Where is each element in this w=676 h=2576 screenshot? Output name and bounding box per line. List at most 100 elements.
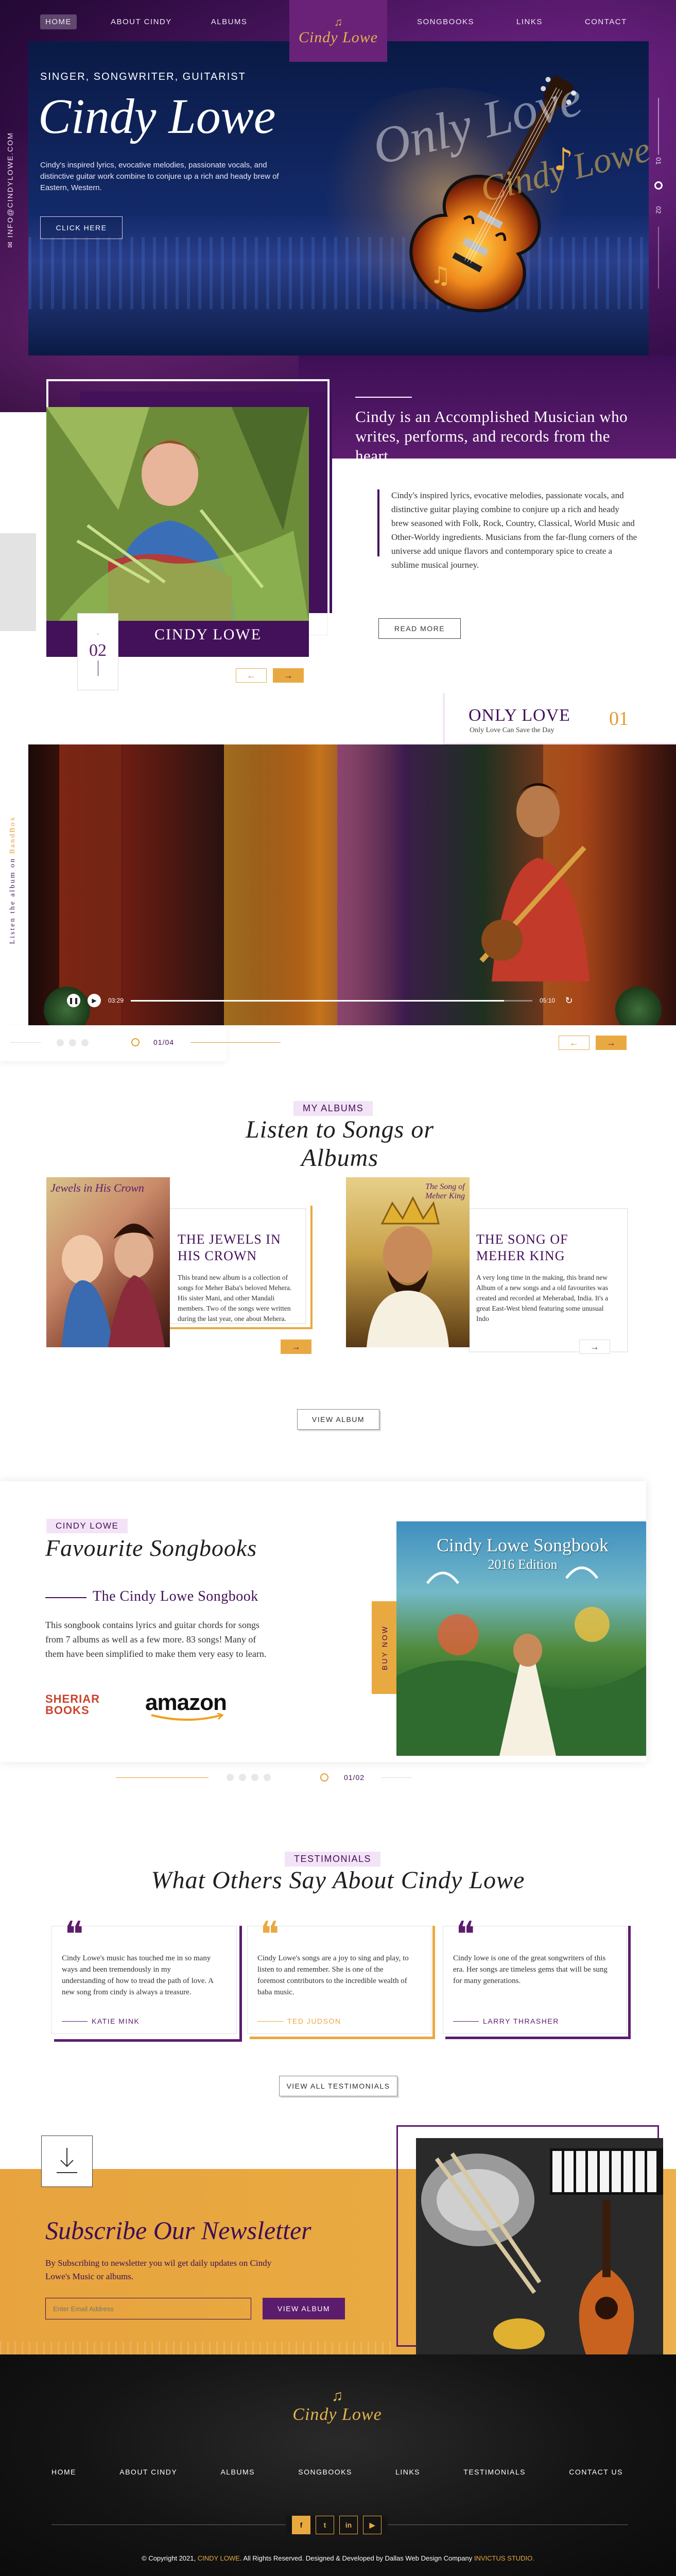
pause-icon[interactable]: ❚❚	[67, 994, 80, 1007]
instruments-illustration	[416, 2138, 663, 2354]
read-more-button[interactable]: READ MORE	[378, 618, 461, 639]
nav-home[interactable]: HOME	[40, 14, 77, 29]
newsletter-email-input[interactable]	[45, 2298, 251, 2319]
hero-counter-current: 01	[654, 157, 663, 165]
twitter-icon[interactable]: t	[316, 2516, 334, 2534]
songbook-cover-title: Cindy Lowe Songbook	[436, 1535, 609, 1555]
nav-songbooks[interactable]: SONGBOOKS	[412, 14, 479, 29]
album-cover-meher-king[interactable]: The Song of Meher King	[346, 1177, 470, 1347]
pager-dot[interactable]	[239, 1774, 246, 1781]
pager-dot[interactable]	[264, 1774, 271, 1781]
video-prev-arrow-icon[interactable]: ←	[559, 1036, 590, 1050]
copyright-brand[interactable]: CINDY LOWE	[198, 2554, 240, 2562]
view-all-testimonials-button[interactable]: VIEW ALL TESTIMONIALS	[279, 2076, 397, 2096]
nav-links[interactable]: LINKS	[511, 14, 548, 29]
testimonial-text: Cindy Lowe's music has touched me in so …	[62, 1954, 214, 1996]
songbook-cover-edition: 2016 Edition	[488, 1557, 558, 1572]
linkedin-icon[interactable]: in	[339, 2516, 358, 2534]
video-next-arrow-icon[interactable]: →	[596, 1036, 627, 1050]
pager-dot[interactable]	[57, 1039, 64, 1046]
youtube-icon[interactable]: ▶	[363, 2516, 382, 2534]
download-icon	[41, 2136, 93, 2187]
listen-album-link[interactable]: Listen the album on BandBox	[9, 816, 17, 944]
facebook-icon[interactable]: f	[292, 2516, 310, 2534]
about-text: Cindy's inspired lyrics, evocative melod…	[391, 490, 637, 570]
about-next-arrow-icon[interactable]: →	[273, 668, 304, 683]
copyright-studio-link[interactable]: INVICTUS STUDIO.	[474, 2554, 534, 2562]
album-cover-text: Jewels in His Crown	[50, 1181, 144, 1194]
album-cover-art	[62, 1224, 165, 1347]
pager-dot[interactable]	[227, 1774, 234, 1781]
testimonial-name: LARRY THRASHER	[483, 2017, 559, 2025]
hero-counter-total: 02	[654, 206, 663, 214]
ornament-right	[615, 987, 662, 1025]
hero-counter-ring[interactable]	[654, 181, 663, 190]
footer-nav-home[interactable]: HOME	[51, 2468, 76, 2476]
copyright-mid: . All Rights Reserved. Designed & Develo…	[239, 2554, 473, 2562]
about-grey-block	[0, 533, 36, 631]
newsletter-submit-button[interactable]: VIEW ALBUM	[263, 2298, 345, 2319]
about-prev-arrow-icon[interactable]: ←	[236, 668, 267, 683]
cindy-portrait-photo	[46, 407, 309, 623]
pager-dot[interactable]	[69, 1039, 76, 1046]
album-next-arrow-icon[interactable]: →	[281, 1340, 311, 1354]
hero-description: Cindy's inspired lyrics, evocative melod…	[40, 161, 279, 192]
album-next-arrow-icon[interactable]: →	[579, 1340, 610, 1354]
albums-tag: MY ALBUMS	[293, 1101, 373, 1116]
video-progress-fill	[131, 999, 505, 1002]
hero-counter-line-bottom	[658, 227, 659, 289]
songbook-subtitle: The Cindy Lowe Songbook	[93, 1588, 258, 1604]
arrow-down-icon	[57, 2148, 77, 2173]
play-icon[interactable]: ▶	[88, 994, 101, 1007]
hero-title: Cindy Lowe	[38, 89, 276, 144]
bandbox-link[interactable]: BandBox	[9, 816, 16, 854]
footer-nav-songbooks[interactable]: SONGBOOKS	[298, 2468, 352, 2476]
hero-section: ♪ ♫ HOME ABOUT CINDY ALBUMS ♫ Cindy Lowe…	[0, 0, 676, 412]
songbook-description: This songbook contains lyrics and guitar…	[45, 1620, 267, 1659]
sheriar-books-logo[interactable]: SHERIAR BOOKS	[45, 1693, 123, 1716]
newsletter-title: Subscribe Our Newsletter	[45, 2216, 311, 2245]
testimonial-name: KATIE MINK	[92, 2017, 140, 2025]
logo-text: Cindy Lowe	[298, 29, 378, 46]
video-player[interactable]	[28, 744, 676, 1025]
footer-nav-testimonials[interactable]: TESTIMONIALS	[463, 2468, 526, 2476]
newsletter-description: By Subscribing to newsletter you wil get…	[45, 2258, 272, 2281]
pager-dot[interactable]	[251, 1774, 258, 1781]
replay-icon[interactable]: ↻	[562, 994, 576, 1007]
nav-contact[interactable]: CONTACT	[580, 14, 632, 29]
footer-logo[interactable]: ♫ Cindy Lowe	[288, 2380, 386, 2432]
album-title[interactable]: THE JEWELS IN HIS CROWN	[178, 1231, 301, 1264]
songbook-pager-rule-left	[116, 1777, 209, 1778]
svg-text:♫: ♫	[430, 261, 451, 289]
instruments-photo	[416, 2138, 663, 2354]
footer-nav-links[interactable]: LINKS	[395, 2468, 420, 2476]
quote-icon: ❝	[64, 1913, 84, 1956]
footer-nav-albums[interactable]: ALBUMS	[220, 2468, 255, 2476]
nav-about-cindy[interactable]: ABOUT CINDY	[106, 14, 177, 29]
video-number: 01	[609, 708, 629, 730]
buy-now-button[interactable]: BUY NOW	[372, 1601, 397, 1694]
amazon-logo[interactable]: amazon	[145, 1690, 227, 1716]
album-cover-art	[367, 1196, 449, 1347]
hero-email-link[interactable]: ✉ INFO@CINDYLOWE.COM	[6, 113, 15, 267]
video-progress-track[interactable]	[131, 999, 533, 1002]
hero-counter-line	[658, 98, 659, 155]
hero-email-text: INFO@CINDYLOWE.COM	[6, 132, 14, 238]
portrait-illustration	[46, 407, 309, 623]
about-heading: Cindy is an Accomplished Musician who wr…	[355, 408, 628, 465]
album-title[interactable]: THE SONG OF MEHER KING	[476, 1231, 605, 1264]
songbook-pager-ring[interactable]	[320, 1773, 328, 1782]
footer-nav-about[interactable]: ABOUT CINDY	[119, 2468, 177, 2476]
hero-click-here-button[interactable]: CLICK HERE	[40, 216, 123, 239]
video-subtitle: Only Love Can Save the Day	[470, 726, 554, 734]
quote-icon: ❝	[456, 1913, 475, 1956]
footer-nav-contact[interactable]: CONTACT US	[569, 2468, 623, 2476]
pager-dot[interactable]	[81, 1039, 89, 1046]
about-heading-rule	[355, 397, 412, 398]
album-cover-jewels[interactable]: Jewels in His Crown	[46, 1177, 170, 1347]
pager-active-ring[interactable]	[131, 1038, 140, 1046]
songbook-pager-text: 01/02	[344, 1773, 365, 1782]
site-logo[interactable]: ♫ Cindy Lowe	[289, 0, 387, 62]
view-album-button[interactable]: VIEW ALBUM	[297, 1409, 379, 1430]
nav-albums[interactable]: ALBUMS	[206, 14, 253, 29]
